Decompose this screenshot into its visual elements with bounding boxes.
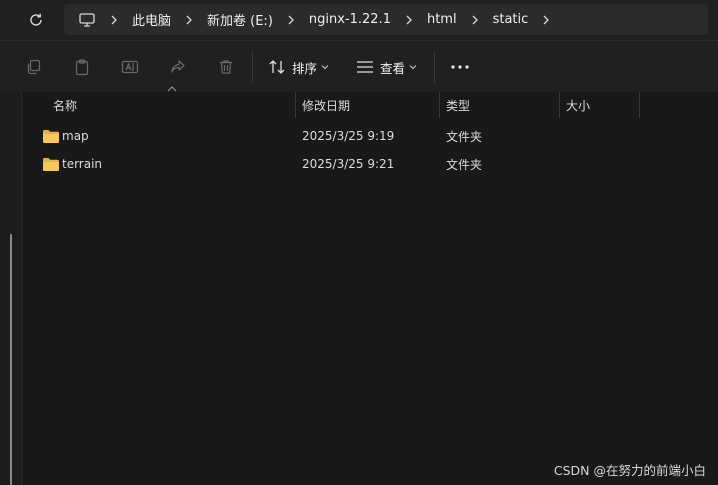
file-date: 2025/3/25 9:21 bbox=[302, 157, 395, 171]
command-bar: 排序 查看 bbox=[0, 40, 718, 92]
file-name[interactable]: terrain bbox=[62, 150, 102, 178]
view-list-icon bbox=[357, 61, 373, 73]
column-divider[interactable] bbox=[439, 92, 440, 118]
folder-icon bbox=[42, 122, 60, 150]
file-type: 文件夹 bbox=[446, 129, 483, 144]
file-date: 2025/3/25 9:19 bbox=[302, 129, 395, 143]
column-size[interactable]: 大小 bbox=[566, 92, 590, 118]
column-divider[interactable] bbox=[639, 92, 640, 118]
chevron-down-icon bbox=[409, 65, 417, 70]
file-list: map 2025/3/25 9:19 文件夹 terrain 2025/3/25… bbox=[23, 122, 718, 178]
copy-icon[interactable] bbox=[24, 57, 44, 77]
more-options-icon[interactable] bbox=[450, 57, 470, 77]
delete-icon[interactable] bbox=[216, 57, 236, 77]
column-name[interactable]: 名称 bbox=[53, 92, 77, 118]
share-icon[interactable] bbox=[168, 57, 188, 77]
breadcrumb-html[interactable]: html bbox=[427, 12, 457, 27]
chevron-right-icon[interactable] bbox=[177, 8, 201, 32]
sort-button[interactable]: 排序 bbox=[268, 54, 329, 80]
table-row[interactable]: map 2025/3/25 9:19 文件夹 bbox=[23, 122, 718, 150]
breadcrumb-this-pc[interactable]: 此电脑 bbox=[132, 10, 171, 29]
column-divider[interactable] bbox=[295, 92, 296, 118]
view-button[interactable]: 查看 bbox=[356, 54, 417, 80]
column-divider[interactable] bbox=[559, 92, 560, 118]
sort-ascending-icon bbox=[167, 86, 177, 92]
address-bar-row: 此电脑 新加卷 (E:) nginx-1.22.1 html static bbox=[0, 0, 718, 40]
paste-icon[interactable] bbox=[72, 57, 92, 77]
file-name[interactable]: map bbox=[62, 122, 89, 150]
file-type: 文件夹 bbox=[446, 157, 483, 172]
chevron-down-icon bbox=[321, 65, 329, 70]
chevron-right-icon[interactable] bbox=[279, 8, 303, 32]
refresh-button[interactable] bbox=[24, 8, 48, 32]
sort-icon bbox=[269, 60, 285, 74]
this-pc-icon bbox=[78, 11, 96, 29]
address-box[interactable]: 此电脑 新加卷 (E:) nginx-1.22.1 html static bbox=[64, 4, 708, 35]
view-label: 查看 bbox=[380, 60, 406, 76]
column-header-row: 名称 修改日期 类型 大小 bbox=[23, 86, 718, 118]
toolbar-divider bbox=[434, 51, 435, 83]
table-row[interactable]: terrain 2025/3/25 9:21 文件夹 bbox=[23, 150, 718, 178]
breadcrumb-drive-e[interactable]: 新加卷 (E:) bbox=[207, 10, 273, 29]
column-type[interactable]: 类型 bbox=[446, 92, 470, 118]
refresh-icon bbox=[30, 13, 42, 26]
navigation-scrollbar[interactable] bbox=[10, 234, 12, 485]
breadcrumb-static[interactable]: static bbox=[493, 12, 529, 27]
sort-label: 排序 bbox=[292, 60, 318, 76]
column-date[interactable]: 修改日期 bbox=[302, 92, 350, 118]
chevron-right-icon[interactable] bbox=[534, 8, 558, 32]
chevron-right-icon[interactable] bbox=[102, 8, 126, 32]
watermark-text: CSDN @在努力的前端小白 bbox=[553, 463, 706, 478]
folder-icon bbox=[42, 150, 60, 178]
rename-icon[interactable] bbox=[120, 57, 140, 77]
toolbar-divider bbox=[252, 51, 253, 83]
breadcrumb-nginx[interactable]: nginx-1.22.1 bbox=[309, 12, 391, 27]
chevron-right-icon[interactable] bbox=[463, 8, 487, 32]
chevron-right-icon[interactable] bbox=[397, 8, 421, 32]
